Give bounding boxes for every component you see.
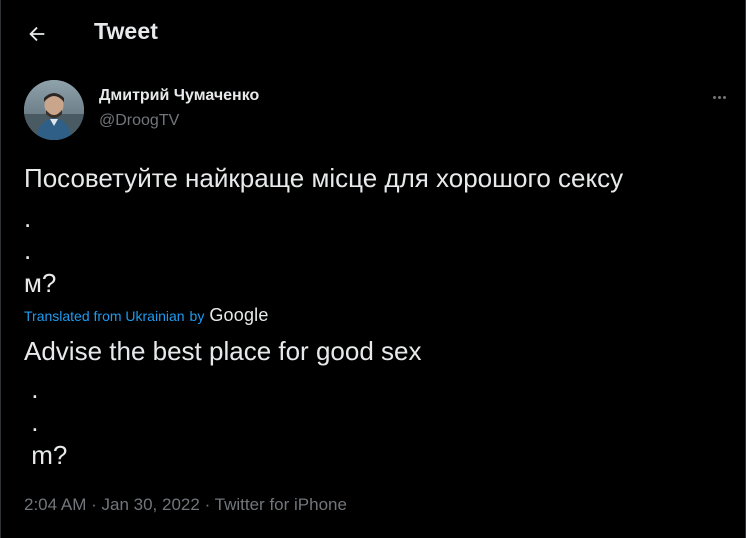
google-logo: Google	[209, 305, 269, 325]
tweet-source[interactable]: Twitter for iPhone	[215, 495, 347, 514]
more-options-button[interactable]	[707, 88, 731, 106]
tweet-text-line: .	[24, 203, 32, 233]
more-horizontal-icon-dot	[717, 95, 721, 99]
arrow-left-icon	[29, 26, 45, 42]
tweet-metadata: 2:04 AM · Jan 30, 2022 · Twitter for iPh…	[24, 495, 347, 515]
user-avatar-icon	[24, 80, 84, 140]
translated-text-line: .	[24, 374, 39, 404]
meta-separator: ·	[91, 495, 97, 514]
translated-by-text: by	[189, 307, 205, 324]
avatar[interactable]	[24, 80, 84, 140]
translated-from-link[interactable]: Translated from Ukrainian	[24, 308, 185, 324]
back-button[interactable]	[22, 19, 52, 49]
tweet-date[interactable]: Jan 30, 2022	[102, 495, 200, 514]
author-name[interactable]: Дмитрий Чумаченко	[99, 87, 259, 105]
tweet-text-line: м?	[24, 268, 57, 298]
translated-text-line: Advise the best place for good sex	[24, 336, 422, 366]
author-handle[interactable]: @DroogTV	[99, 112, 179, 130]
translated-text-line: .	[24, 407, 39, 437]
tweet-text-line: Посоветуйте найкраще місце для хорошого …	[24, 163, 624, 193]
tweet-time[interactable]: 2:04 AM	[24, 495, 86, 514]
page-header: Tweet	[1, 0, 746, 64]
tweet-text-line: .	[24, 235, 32, 265]
tweet-page: Tweet Дмитрий Чумаченко @DroogTV Посовет…	[0, 0, 746, 538]
translated-text-line: m?	[24, 440, 68, 470]
meta-separator: ·	[204, 495, 211, 514]
more-horizontal-icon	[712, 95, 716, 99]
translation-attribution: Translated from Ukrainian by Google	[24, 305, 269, 326]
page-title: Tweet	[94, 18, 158, 44]
more-horizontal-icon-dot	[722, 95, 726, 99]
